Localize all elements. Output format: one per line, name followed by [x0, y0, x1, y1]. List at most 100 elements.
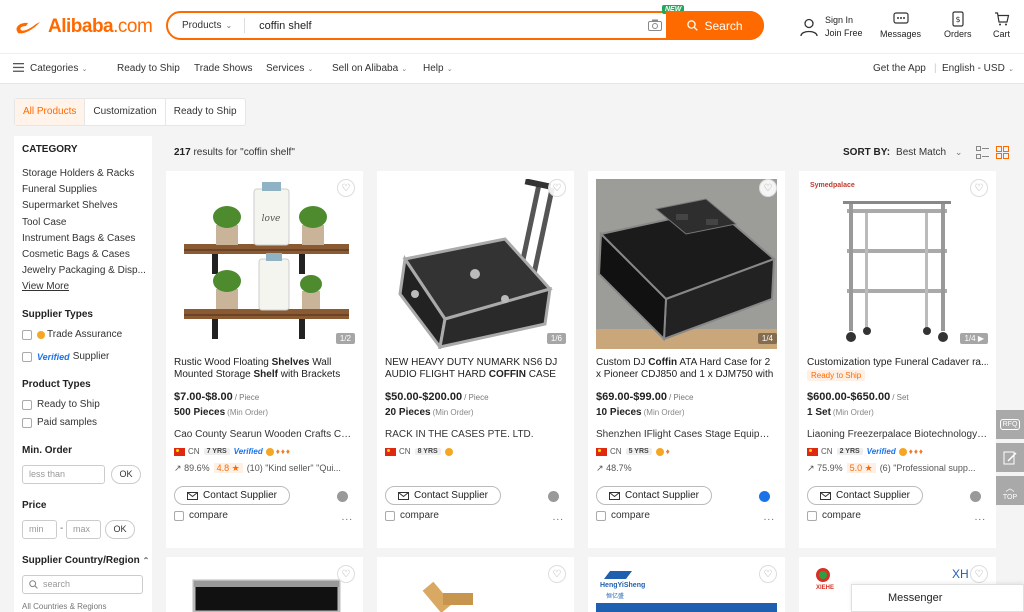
nav-sell-on-alibaba[interactable]: Sell on Alibaba ⌄ — [332, 63, 407, 74]
favorite-heart-icon[interactable]: ♡ — [337, 179, 355, 197]
get-the-app-link[interactable]: Get the App — [873, 63, 926, 74]
all-countries-link[interactable]: All Countries & Regions — [22, 602, 147, 611]
sort-dropdown[interactable]: SORT BY: Best Match ⌄ — [843, 147, 962, 158]
camera-icon[interactable] — [648, 19, 662, 31]
checkbox[interactable] — [174, 510, 184, 521]
category-link[interactable]: Jewelry Packaging & Disp... — [22, 265, 147, 276]
grid-view-icon[interactable] — [996, 146, 1009, 159]
ready-to-ship-checkbox[interactable]: Ready to Ship — [22, 399, 100, 410]
language-currency-selector[interactable]: English - USD ⌄ — [942, 63, 1014, 74]
min-order-input[interactable]: less than — [22, 465, 105, 484]
nav-trade-shows[interactable]: Trade Shows — [194, 63, 253, 74]
product-image[interactable] — [596, 179, 777, 349]
compare-checkbox[interactable]: compare — [174, 510, 228, 521]
chat-online-icon[interactable] — [759, 491, 770, 502]
search-input[interactable] — [259, 19, 640, 32]
more-options-icon[interactable]: ... — [975, 512, 986, 523]
tab-all-products[interactable]: All Products — [15, 99, 86, 125]
product-card[interactable]: ♡ 1/6 NEW HEAVY DUTY NUMARK NS6 DJ AUDIO… — [377, 171, 574, 548]
product-image[interactable] — [174, 565, 355, 612]
nav-services[interactable]: Services ⌄ — [266, 63, 313, 74]
contact-supplier-button[interactable]: Contact Supplier — [385, 486, 501, 505]
category-link[interactable]: Instrument Bags & Cases — [22, 233, 147, 244]
tab-ready-to-ship[interactable]: Ready to Ship — [166, 99, 245, 125]
price-max-input[interactable]: max — [66, 520, 101, 539]
min-order-ok-button[interactable]: OK — [111, 465, 141, 484]
product-title[interactable]: Custom DJ Coffin ATA Hard Case for 2 x P… — [596, 357, 777, 381]
product-title[interactable]: Rustic Wood Floating Shelves Wall Mounte… — [174, 357, 355, 381]
supplier-country-title[interactable]: Supplier Country/Region ⌃ — [22, 555, 149, 566]
compare-checkbox[interactable]: compare — [807, 510, 861, 521]
contact-supplier-button[interactable]: Contact Supplier — [596, 486, 712, 505]
category-link[interactable]: Funeral Supplies — [22, 184, 147, 195]
verified-supplier-checkbox[interactable]: Verified Supplier — [22, 351, 109, 362]
favorite-heart-icon[interactable]: ♡ — [337, 565, 355, 583]
alibaba-logo[interactable]: Alibaba .com — [14, 16, 153, 38]
supplier-name[interactable]: RACK IN THE CASES PTE. LTD. — [385, 429, 566, 440]
feedback-button[interactable] — [996, 443, 1024, 472]
more-options-icon[interactable]: ... — [764, 512, 775, 523]
product-card[interactable]: Symedpalace ♡ 1/4 ▶ Customization type F… — [799, 171, 996, 548]
nav-help[interactable]: Help ⌄ — [423, 63, 452, 74]
chat-icon[interactable] — [337, 491, 348, 502]
categories-menu[interactable]: Categories ⌄ — [13, 63, 87, 74]
price-ok-button[interactable]: OK — [105, 520, 135, 539]
chat-icon[interactable] — [548, 491, 559, 502]
favorite-heart-icon[interactable]: ♡ — [548, 179, 566, 197]
checkbox[interactable] — [807, 510, 817, 521]
tab-customization[interactable]: Customization — [85, 99, 166, 125]
product-card[interactable]: love ♡ 1/2 Rustic Wood Floating Shelves … — [166, 171, 363, 548]
product-card[interactable]: HengYiSheng 恒亿盛 ♡ — [588, 557, 785, 612]
more-options-icon[interactable]: ... — [342, 512, 353, 523]
more-options-icon[interactable]: ... — [553, 512, 564, 523]
contact-supplier-button[interactable]: Contact Supplier — [174, 486, 290, 505]
rfq-button[interactable]: RFQ — [996, 410, 1024, 439]
checkbox[interactable] — [22, 329, 32, 340]
product-title[interactable]: NEW HEAVY DUTY NUMARK NS6 DJ AUDIO FLIGH… — [385, 357, 566, 381]
orders-link[interactable]: $ Orders — [944, 11, 972, 39]
supplier-name[interactable]: Cao County Searun Wooden Crafts Co., ... — [174, 429, 355, 440]
favorite-heart-icon[interactable]: ♡ — [759, 179, 777, 197]
category-link[interactable]: Cosmetic Bags & Cases — [22, 249, 147, 260]
checkbox[interactable] — [596, 510, 606, 521]
messages-link[interactable]: Messages — [880, 11, 921, 39]
favorite-heart-icon[interactable]: ♡ — [970, 179, 988, 197]
compare-checkbox[interactable]: compare — [385, 510, 439, 521]
favorite-heart-icon[interactable]: ♡ — [970, 565, 988, 583]
product-card[interactable]: ♡ — [377, 557, 574, 612]
product-title[interactable]: Customization type Funeral Cadaver ra... — [807, 357, 988, 369]
product-image[interactable]: HengYiSheng 恒亿盛 — [596, 565, 777, 612]
product-image[interactable]: Symedpalace — [807, 179, 988, 349]
product-card[interactable]: ♡ — [166, 557, 363, 612]
messenger-bar[interactable]: Messenger — [851, 584, 1024, 612]
supplier-name[interactable]: Shenzhen IFlight Cases Stage Equipme... — [596, 429, 777, 440]
cart-link[interactable]: Cart — [993, 11, 1010, 39]
compare-checkbox[interactable]: compare — [596, 510, 650, 521]
category-link[interactable]: Storage Holders & Racks — [22, 168, 147, 179]
product-card[interactable]: ♡ 1/4 Custom DJ Coffin ATA Hard Case for… — [588, 171, 785, 548]
nav-ready-to-ship[interactable]: Ready to Ship — [117, 63, 180, 74]
favorite-heart-icon[interactable]: ♡ — [759, 565, 777, 583]
checkbox[interactable] — [22, 351, 32, 362]
chat-icon[interactable] — [970, 491, 981, 502]
product-image[interactable] — [385, 179, 566, 349]
search-category-dropdown[interactable]: Products ⌄ — [168, 18, 246, 33]
checkbox[interactable] — [385, 510, 395, 521]
country-search-input[interactable]: search — [22, 575, 143, 594]
checkbox[interactable] — [22, 417, 32, 428]
back-to-top-button[interactable]: ︿ TOP — [996, 476, 1024, 505]
contact-supplier-button[interactable]: Contact Supplier — [807, 486, 923, 505]
product-image[interactable] — [385, 565, 566, 612]
supplier-name[interactable]: Liaoning Freezerpalace Biotechnology ... — [807, 429, 988, 440]
price-min-input[interactable]: min — [22, 520, 57, 539]
category-link[interactable]: Tool Case — [22, 217, 147, 228]
list-view-icon[interactable] — [976, 146, 989, 159]
category-link[interactable]: Supermarket Shelves — [22, 200, 147, 211]
checkbox[interactable] — [22, 399, 32, 410]
sign-in-link[interactable]: Sign In Join Free — [799, 14, 863, 40]
view-more-link[interactable]: View More — [22, 281, 147, 292]
trade-assurance-checkbox[interactable]: Trade Assurance — [22, 329, 122, 340]
favorite-heart-icon[interactable]: ♡ — [548, 565, 566, 583]
search-button[interactable]: Search — [666, 11, 764, 40]
product-image[interactable]: love — [174, 179, 355, 349]
